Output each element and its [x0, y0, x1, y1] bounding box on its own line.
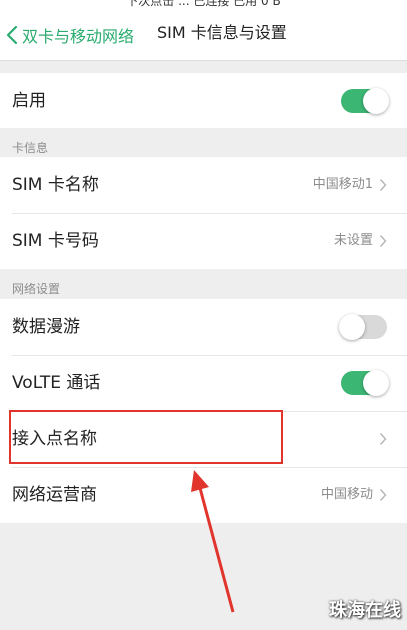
watermark: 珠海在线 [329, 600, 401, 621]
annotation-arrow-icon [191, 470, 235, 613]
